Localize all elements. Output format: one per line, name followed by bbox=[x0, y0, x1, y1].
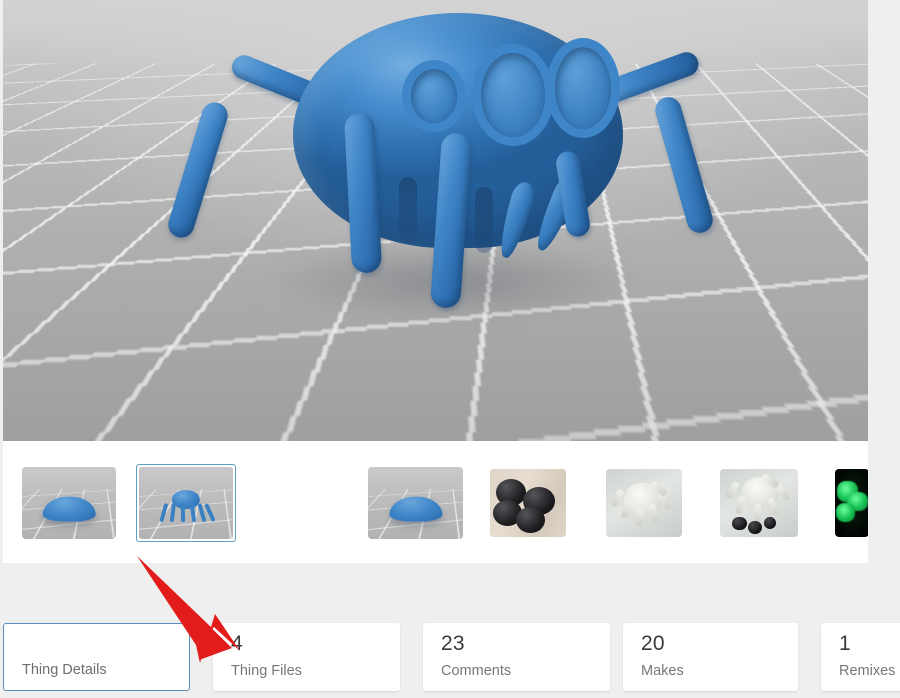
body-slit-left bbox=[399, 177, 417, 243]
white-spider-leg bbox=[767, 496, 780, 516]
spider-model bbox=[163, 5, 743, 335]
tab-comments[interactable]: 23 Comments bbox=[423, 623, 610, 691]
black-eye-part bbox=[732, 516, 747, 531]
stats-tab-bar: Thing Details 4 Thing Files 23 Comments … bbox=[0, 623, 900, 698]
tab-makes-label: Makes bbox=[641, 663, 684, 679]
page-gutter-right bbox=[868, 0, 900, 698]
black-dome-part bbox=[515, 507, 545, 533]
spider-shape-leg bbox=[169, 502, 177, 522]
thumbnail-strip bbox=[3, 441, 869, 563]
spider-eye-large-left bbox=[481, 53, 545, 137]
thumbnail-2[interactable] bbox=[368, 467, 463, 539]
thumbnail-5-image bbox=[720, 469, 798, 537]
spider-eye-large-right bbox=[555, 47, 611, 129]
thumbnail-5[interactable] bbox=[720, 469, 798, 537]
black-eye-part bbox=[748, 520, 763, 535]
thumbnail-4-image bbox=[606, 469, 682, 537]
thumbnail-0-image bbox=[22, 467, 116, 539]
tab-comments-label: Comments bbox=[441, 663, 512, 679]
white-spider-leg bbox=[734, 495, 747, 515]
thumbnail-3-image bbox=[490, 469, 566, 537]
thumbnail-row bbox=[3, 441, 869, 563]
black-eye-part bbox=[763, 516, 777, 529]
tab-thing-details-label: Thing Details bbox=[22, 662, 107, 678]
spider-shape-leg bbox=[204, 502, 216, 522]
body-slit-right bbox=[475, 187, 493, 253]
white-spider-leg bbox=[754, 504, 762, 523]
dome-shape bbox=[42, 497, 96, 522]
leg-rear-left-lower bbox=[165, 99, 231, 241]
thumbnail-1-image bbox=[139, 467, 233, 539]
thumbnail-3[interactable] bbox=[490, 469, 566, 537]
spider-shape-leg bbox=[159, 502, 169, 522]
leg-rear-right-lower bbox=[652, 94, 716, 236]
spider-eye-small bbox=[411, 69, 457, 123]
tab-makes-count: 20 bbox=[641, 632, 665, 655]
tab-thing-files-count: 4 bbox=[231, 632, 243, 655]
tab-thing-files-label: Thing Files bbox=[231, 663, 302, 679]
tab-thing-files[interactable]: 4 Thing Files bbox=[213, 623, 400, 691]
tab-remixes-count: 1 bbox=[839, 632, 851, 655]
tab-remixes[interactable]: 1 Remixes bbox=[821, 623, 900, 691]
tab-makes[interactable]: 20 Makes bbox=[623, 623, 798, 691]
dome-shape bbox=[388, 497, 443, 522]
tab-comments-count: 23 bbox=[441, 632, 465, 655]
model-viewer[interactable] bbox=[3, 0, 868, 441]
glow-spider bbox=[835, 503, 856, 523]
thumbnail-2-image bbox=[368, 467, 463, 539]
thumbnail-6-image bbox=[835, 469, 869, 537]
tab-remixes-label: Remixes bbox=[839, 663, 896, 679]
page-root: Thing Details 4 Thing Files 23 Comments … bbox=[0, 0, 900, 698]
viewer-stage bbox=[3, 0, 868, 441]
spider-shape-body bbox=[172, 490, 200, 509]
thumbnail-6[interactable] bbox=[835, 469, 869, 537]
tab-thing-details[interactable]: Thing Details bbox=[3, 623, 190, 691]
white-spider-leg bbox=[609, 488, 625, 508]
spider-shape bbox=[157, 488, 216, 522]
thumbnail-0[interactable] bbox=[22, 467, 116, 539]
thumbnail-1[interactable] bbox=[136, 464, 236, 542]
thumbnail-4[interactable] bbox=[606, 469, 682, 537]
white-spider-leg bbox=[636, 508, 644, 527]
